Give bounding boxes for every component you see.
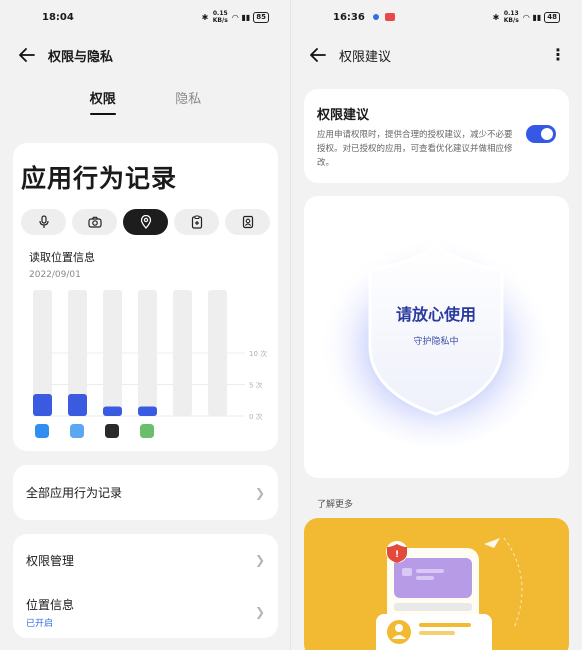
learn-more-label: 了解更多 [317,500,354,510]
permission-filter-chips [21,209,270,235]
wifi-icon: ◠ [232,12,239,22]
chip-microphone[interactable] [21,209,66,235]
chart-label: 读取位置信息 [29,251,95,264]
toggle-knob [541,128,553,140]
contacts-icon [242,215,253,229]
usage-chart: 10 次 5 次 0 次 [21,284,270,440]
y-tick-label: 10 次 [249,349,267,358]
status-icons: ✱ 0.13 KB/s ◠ ▮▮ 48 [493,10,560,24]
behavior-title: 应用行为记录 [21,164,178,193]
bar-track [208,290,227,416]
bar [68,393,87,416]
shield-illustration: 请放心使用 守护隐私中 [318,226,554,446]
net-speed: 0.15 KB/s [212,10,228,24]
status-time: 16:36 [333,12,395,23]
bar-track [138,290,157,416]
privacy-screen: 18:04 ✱ 0.15 KB/s ◠ ▮▮ 85 权限与隐私 权限 隐私 应用… [0,0,291,650]
recommendation-toggle[interactable] [526,125,556,143]
camera-icon [87,216,102,228]
chip-camera[interactable] [72,209,117,235]
location-info-row[interactable]: 位置信息 已开启 ❯ [13,586,278,638]
app-bar: 权限与隐私 [0,34,291,76]
battery-icon: 48 [544,11,560,23]
settings-group: 权限管理 ❯ 位置信息 已开启 ❯ [13,534,278,638]
usage-chart-svg: 10 次 5 次 0 次 [33,290,267,438]
promo-card[interactable]: ! [304,518,569,650]
shield-subtitle: 守护隐私中 [413,335,458,347]
chip-clipboard[interactable] [174,209,219,235]
bluetooth-icon: ✱ [492,12,500,22]
status-time-text: 16:36 [333,11,365,23]
chevron-right-icon: ❯ [254,485,265,500]
microphone-icon [38,215,49,228]
location-icon [140,215,151,229]
phone-screens: 18:04 ✱ 0.15 KB/s ◠ ▮▮ 85 权限与隐私 权限 隐私 应用… [0,0,582,650]
shield-card: 请放心使用 守护隐私中 [304,196,569,478]
status-bar: 16:36 ✱ 0.13 KB/s ◠ ▮▮ 48 [291,0,582,34]
notification-icon [372,14,379,20]
y-tick-label: 0 次 [249,412,263,421]
behavior-record-card: 应用行为记录 读取位置信息 2022/09/01 10 次 5 次 0 次 [13,143,278,451]
recommendation-title: 权限建议 [317,108,370,123]
chevron-right-icon: ❯ [254,553,265,567]
app-icon[interactable] [35,424,49,438]
tab-bar: 权限 隐私 [0,76,291,118]
location-status: 已开启 [26,618,54,629]
permission-management-row[interactable]: 权限管理 ❯ [13,534,278,586]
svg-text:!: ! [395,550,399,560]
status-bar: 18:04 ✱ 0.15 KB/s ◠ ▮▮ 85 [0,0,291,34]
app-badge-icon [384,13,395,21]
signal-icon: ▮▮ [241,12,251,22]
chip-location[interactable] [123,209,168,235]
bar-track [173,290,192,416]
battery-icon: 85 [253,11,269,23]
more-vertical-icon[interactable]: ⋮ [550,47,566,63]
signal-icon: ▮▮ [532,12,542,22]
wifi-icon: ◠ [523,12,530,22]
back-arrow-icon[interactable] [16,44,38,66]
app-icon[interactable] [70,424,84,438]
bar [138,406,157,416]
tab-permissions[interactable]: 权限 [89,82,116,115]
app-bar: 权限建议 ⋮ [291,34,582,76]
bar-track [103,290,122,416]
page-title: 权限与隐私 [48,49,114,65]
app-icon[interactable] [140,424,154,438]
all-records-row[interactable]: 全部应用行为记录 ❯ [13,465,278,520]
chevron-right-icon: ❯ [254,605,265,619]
bluetooth-icon: ✱ [201,12,209,22]
back-arrow-icon[interactable] [307,44,329,66]
shield-title: 请放心使用 [396,305,476,324]
promo-illustration: ! [376,537,523,650]
page-title: 权限建议 [339,49,392,65]
recommendation-description: 应用申请权限时，提供合理的授权建议，减少不必要授权。对已授权的应用，可查看优化建… [317,130,513,168]
app-icon[interactable] [105,424,119,438]
recommendation-card: 权限建议 应用申请权限时，提供合理的授权建议，减少不必要授权。对已授权的应用，可… [304,89,569,183]
location-info-label: 位置信息 [26,597,75,612]
all-records-label: 全部应用行为记录 [26,486,123,500]
bar [103,406,122,416]
clipboard-icon [191,215,202,229]
y-tick-label: 5 次 [249,381,263,390]
chart-date: 2022/09/01 [29,270,81,280]
status-icons: ✱ 0.15 KB/s ◠ ▮▮ 85 [202,10,269,24]
paper-plane-icon [484,538,500,548]
tab-privacy[interactable]: 隐私 [175,82,201,113]
chip-contacts[interactable] [225,209,270,235]
permission-management-label: 权限管理 [26,553,75,568]
net-speed: 0.13 KB/s [503,10,519,24]
status-time: 18:04 [42,11,74,23]
bar [33,393,52,416]
permission-recommendation-screen: 16:36 ✱ 0.13 KB/s ◠ ▮▮ 48 权限建议 ⋮ 权限建议 应用… [291,0,582,650]
